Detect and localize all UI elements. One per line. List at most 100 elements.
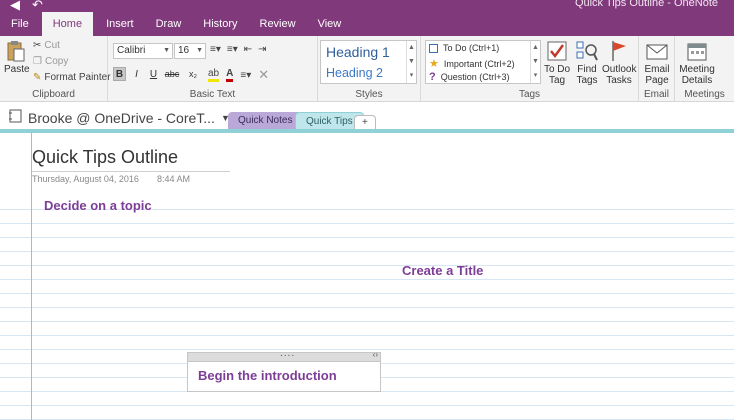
- copy-label: Copy: [44, 56, 69, 67]
- drag-handle-icon[interactable]: ....: [280, 348, 295, 359]
- calendar-icon: [685, 40, 709, 62]
- todo-tag-button[interactable]: To Do Tag: [543, 40, 571, 86]
- strikethrough-button[interactable]: abc: [164, 67, 180, 81]
- clear-format-icon[interactable]: ✕: [258, 67, 269, 83]
- notebook-bar: Brooke @ OneDrive - CoreT... ▼ Quick Not…: [0, 102, 734, 131]
- ribbon: Paste ✂ Cut ❐ Copy ✎ Format Painter Clip…: [0, 36, 734, 102]
- meetings-group: Meeting Details Meetings: [675, 36, 734, 102]
- styles-group-label: Styles: [355, 89, 383, 100]
- style-heading-2[interactable]: Heading 2: [326, 66, 383, 80]
- todo-tag-label: To Do Tag: [543, 64, 571, 86]
- tab-home[interactable]: Home: [41, 12, 94, 36]
- brush-icon: ✎: [33, 72, 42, 83]
- email-page-label: Email Page: [644, 64, 670, 86]
- page-time: 8:44 AM: [157, 174, 191, 184]
- tag-important-label: Important (Ctrl+2): [443, 58, 515, 69]
- notebook-name: Brooke @ OneDrive - CoreT...: [28, 109, 215, 126]
- outlook-tasks-label: Outlook Tasks: [602, 64, 637, 86]
- format-buttons: B I U abc x₂: [113, 67, 202, 81]
- paste-icon: [4, 40, 28, 62]
- meeting-details-button[interactable]: Meeting Details: [677, 40, 717, 86]
- page-title[interactable]: Quick Tips Outline: [32, 147, 178, 168]
- title-bar: ◀ ↶ Quick Tips Outline - OneNote: [0, 0, 734, 12]
- tags-scroll[interactable]: ▲ ▼ ▾: [530, 41, 540, 83]
- list-buttons: ≡▾ ≡▾ ⇤ ⇥: [210, 44, 267, 55]
- meeting-details-label: Meeting Details: [679, 64, 715, 86]
- underline-button[interactable]: U: [147, 67, 160, 81]
- numbering-icon[interactable]: ≡▾: [227, 44, 238, 55]
- subscript-button[interactable]: x₂: [184, 67, 202, 81]
- envelope-icon: [645, 40, 669, 62]
- checkbox-icon: [429, 43, 438, 53]
- ribbon-tab-bar: File Home Insert Draw History Review Vie…: [0, 12, 734, 36]
- find-tags-button[interactable]: Find Tags: [574, 40, 600, 86]
- meetings-group-label: Meetings: [684, 89, 725, 100]
- cut-label: Cut: [44, 40, 60, 51]
- tag-todo[interactable]: To Do (Ctrl+1): [429, 43, 499, 53]
- page-canvas[interactable]: Quick Tips Outline Thursday, August 04, …: [0, 133, 734, 420]
- question-icon: ?: [429, 71, 436, 83]
- tag-todo-label: To Do (Ctrl+1): [443, 43, 500, 53]
- tab-draw[interactable]: Draw: [145, 12, 193, 36]
- star-icon: ★: [429, 58, 439, 70]
- tab-review[interactable]: Review: [249, 12, 307, 36]
- notebook-selector[interactable]: Brooke @ OneDrive - CoreT... ▼: [8, 109, 230, 126]
- styles-scroll[interactable]: ▲ ▼ ▾: [406, 41, 416, 83]
- clipboard-group-label: Clipboard: [32, 89, 75, 100]
- tags-group-label: Tags: [518, 89, 541, 100]
- bullets-icon[interactable]: ≡▾: [210, 44, 221, 55]
- font-color-icon[interactable]: A: [226, 68, 234, 82]
- resize-icon[interactable]: ‹›: [373, 350, 378, 359]
- italic-button[interactable]: I: [130, 67, 143, 81]
- clipboard-group: Paste ✂ Cut ❐ Copy ✎ Format Painter Clip…: [0, 36, 111, 102]
- tag-question-label: Question (Ctrl+3): [440, 72, 510, 82]
- cut-button[interactable]: ✂ Cut: [33, 40, 60, 51]
- outlook-tasks-button[interactable]: Outlook Tasks: [602, 40, 636, 86]
- copy-button[interactable]: ❐ Copy: [33, 56, 68, 67]
- decrease-indent-icon[interactable]: ⇤: [244, 44, 252, 55]
- notebook-icon: [8, 109, 22, 126]
- paste-button[interactable]: Paste: [4, 40, 30, 75]
- tab-history[interactable]: History: [192, 12, 248, 36]
- scissors-icon: ✂: [33, 40, 42, 51]
- font-name-value: Calibri: [117, 45, 146, 56]
- format-painter-label: Format Painter: [44, 72, 111, 83]
- title-underline: [32, 171, 230, 172]
- tag-important[interactable]: ★ Important (Ctrl+2): [429, 57, 515, 70]
- styles-gallery: Heading 1 Heading 2 ▲ ▼ ▾: [320, 40, 417, 84]
- highlight-icon[interactable]: ab: [208, 68, 220, 82]
- flag-icon: [607, 40, 631, 62]
- tab-view[interactable]: View: [307, 12, 353, 36]
- style-heading-1[interactable]: Heading 1: [326, 44, 390, 60]
- note-container[interactable]: .... ‹› Begin the introduction: [187, 348, 381, 392]
- page-date: Thursday, August 04, 2016: [32, 174, 139, 184]
- window-title: Quick Tips Outline - OneNote: [574, 0, 718, 9]
- chevron-down-icon: ▼: [196, 47, 203, 54]
- align-icon[interactable]: ≡▾: [240, 70, 251, 81]
- tag-question[interactable]: ? Question (Ctrl+3): [429, 71, 510, 83]
- chevron-down-icon: ▼: [163, 47, 170, 54]
- find-tags-icon: [575, 40, 599, 62]
- font-name-dropdown[interactable]: Calibri ▼: [113, 43, 173, 59]
- email-group: Email Page Email: [639, 36, 675, 102]
- checkmark-icon: [545, 40, 569, 62]
- note-decide-topic[interactable]: Decide on a topic: [44, 198, 152, 213]
- note-create-title[interactable]: Create a Title: [402, 263, 483, 278]
- tab-file[interactable]: File: [0, 12, 40, 36]
- basic-text-group: Calibri ▼ 16 ▼ ≡▾ ≡▾ ⇤ ⇥ B I U abc x₂ ab A…: [108, 36, 318, 102]
- note-begin-introduction[interactable]: Begin the introduction: [198, 368, 337, 383]
- container-handle[interactable]: .... ‹›: [188, 348, 380, 362]
- find-tags-label: Find Tags: [576, 64, 598, 86]
- color-buttons: ab A ≡▾ ✕: [208, 67, 269, 83]
- bold-button[interactable]: B: [113, 67, 126, 81]
- copy-icon: ❐: [33, 56, 42, 67]
- basic-text-group-label: Basic Text: [189, 89, 236, 100]
- paste-label: Paste: [4, 64, 30, 75]
- tab-insert[interactable]: Insert: [95, 12, 145, 36]
- increase-indent-icon[interactable]: ⇥: [258, 44, 266, 55]
- email-page-button[interactable]: Email Page: [642, 40, 672, 86]
- font-size-value: 16: [178, 45, 190, 56]
- format-painter-button[interactable]: ✎ Format Painter: [33, 72, 111, 83]
- font-size-dropdown[interactable]: 16 ▼: [174, 43, 206, 59]
- email-group-label: Email: [643, 89, 669, 100]
